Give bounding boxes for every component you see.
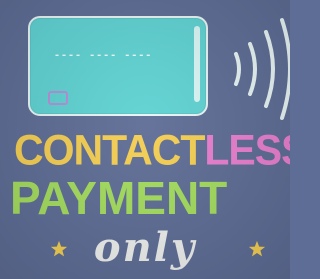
card-highlight xyxy=(194,26,200,102)
contactless-payment-sign: ---- ---- ---- CONTACTLESS PAYMENT only xyxy=(0,0,290,279)
headline-word-less: LESS xyxy=(204,125,290,175)
card-chip-icon xyxy=(48,91,68,105)
card-number: ---- ---- ---- xyxy=(54,50,153,61)
headline-word-payment: PAYMENT xyxy=(10,172,228,224)
contactless-waves-icon xyxy=(234,18,290,120)
star-icon xyxy=(248,240,266,257)
headline-line-1: CONTACTLESS xyxy=(14,126,290,175)
credit-card-icon: ---- ---- ---- xyxy=(28,16,208,116)
headline-word-only: only xyxy=(93,224,197,271)
headline-word-contact: CONTACT xyxy=(14,125,205,175)
